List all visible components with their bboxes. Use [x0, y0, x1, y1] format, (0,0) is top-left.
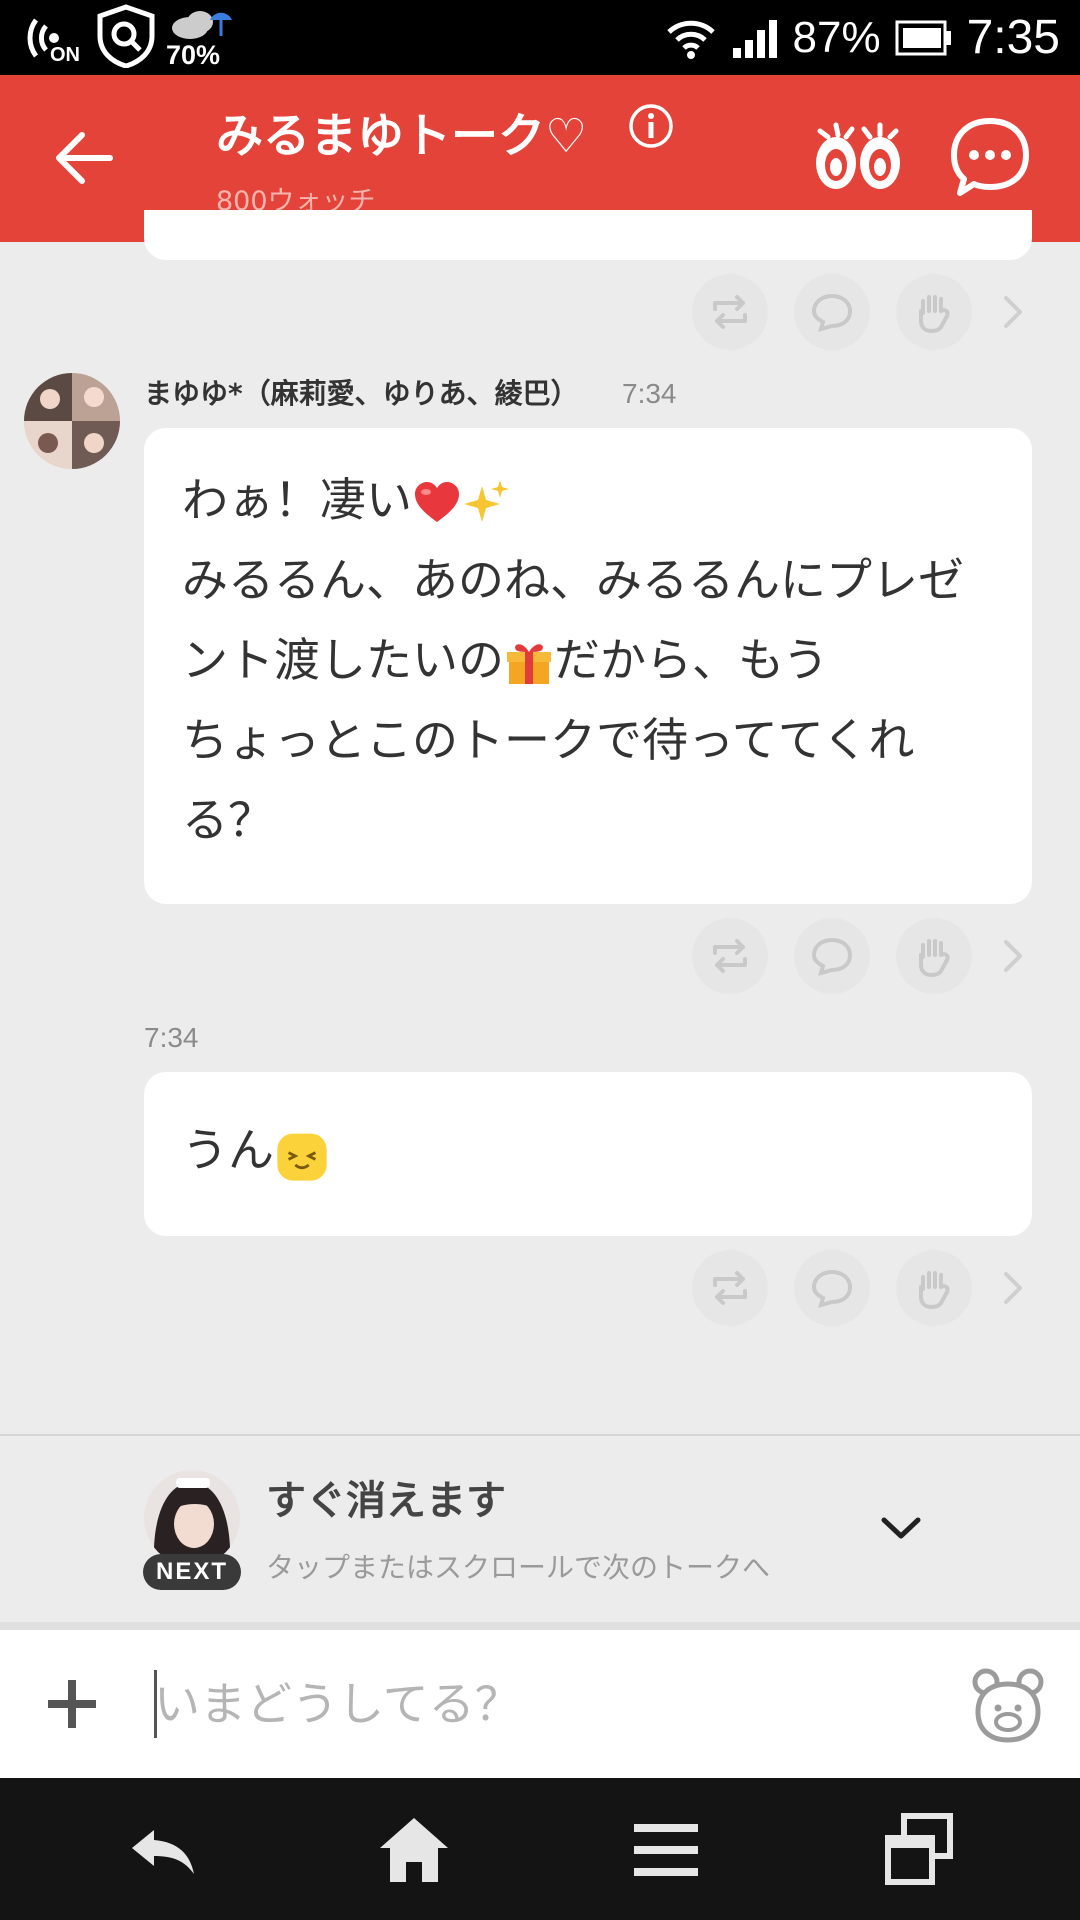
- repost-button[interactable]: [692, 1250, 768, 1326]
- repost-icon: [713, 1271, 747, 1305]
- chat-menu-icon[interactable]: [948, 115, 1032, 199]
- plus-icon[interactable]: [46, 1678, 98, 1730]
- battery-percent: 87%: [792, 12, 881, 62]
- sender-avatar[interactable]: [24, 373, 120, 469]
- next-talk-title[interactable]: すぐ消えます: [266, 1468, 506, 1526]
- repost-icon: [713, 295, 747, 329]
- clap-button[interactable]: [896, 274, 972, 350]
- wireless-on-icon: ON: [22, 6, 86, 70]
- clock: 7:35: [966, 11, 1060, 64]
- wifi-icon: [666, 20, 715, 59]
- message-bubble[interactable]: わぁ！凄い みるるん、あのね、みるるんにプレゼ ント渡したいの だから、もう ちょ…: [144, 428, 1032, 904]
- message-line-text: だから、もう: [554, 633, 829, 687]
- clap-hand-icon: [919, 939, 950, 978]
- message-line-text: うん: [182, 1123, 274, 1177]
- message-line: る？: [182, 793, 274, 847]
- wireless-on-label: ON: [50, 44, 80, 66]
- watch-eyes-icon[interactable]: [812, 117, 904, 197]
- reaction-row: [692, 1250, 1028, 1326]
- comment-icon: [811, 1269, 853, 1308]
- next-talk-hint: タップまたはスクロールで次のトークへ: [266, 1551, 771, 1584]
- chevron-down-icon[interactable]: [878, 1512, 924, 1544]
- compose-bar: [0, 1630, 1080, 1778]
- signal-icon: [732, 19, 777, 58]
- chevron-right-icon[interactable]: [998, 292, 1028, 332]
- chevron-right-icon[interactable]: [998, 1268, 1028, 1308]
- security-shield-icon: [96, 4, 156, 72]
- next-badge: NEXT: [143, 1554, 241, 1590]
- menu-icon[interactable]: [628, 1812, 704, 1888]
- message-line: ちょっとこのトークで待っててくれ: [182, 713, 915, 767]
- message-text: わぁ！凄い みるるん、あのね、みるるんにプレゼ ント渡したいの だから、もう ちょ…: [182, 460, 1002, 860]
- message-time: 7:34: [622, 378, 677, 409]
- divider: [0, 1622, 1080, 1630]
- weather-rain-icon: 70%: [166, 6, 236, 70]
- status-bar: ON 70% 87% 7:35: [0, 0, 1080, 75]
- status-bar-right: 87% 7:35: [665, 0, 1060, 75]
- gift-emoji-icon: [507, 644, 551, 684]
- repost-button[interactable]: [692, 918, 768, 994]
- sparkles-emoji-icon: [464, 480, 509, 522]
- page-title: みるまゆトーク♡: [216, 109, 588, 164]
- message-line-text: わぁ！凄い: [182, 473, 412, 527]
- repost-icon: [713, 939, 747, 973]
- message-line-text: ント渡したいの: [182, 633, 504, 687]
- back-icon[interactable]: [124, 1812, 200, 1888]
- repost-button[interactable]: [692, 274, 768, 350]
- clap-button[interactable]: [896, 918, 972, 994]
- comment-icon: [811, 937, 853, 976]
- reaction-row: [692, 918, 1028, 994]
- comment-button[interactable]: [794, 1250, 870, 1326]
- back-arrow-icon[interactable]: [50, 123, 120, 193]
- message-line: わぁ！凄い: [182, 460, 1002, 540]
- message-time: 7:34: [144, 1022, 199, 1053]
- comment-icon: [811, 293, 853, 332]
- message-line: みるるん、あのね、みるるんにプレゼ: [182, 553, 964, 607]
- info-icon[interactable]: [628, 103, 674, 149]
- recent-apps-icon[interactable]: [880, 1812, 956, 1888]
- clap-hand-icon: [919, 1271, 950, 1310]
- home-icon[interactable]: [376, 1812, 452, 1888]
- message-input[interactable]: [154, 1666, 934, 1742]
- bear-stamp-icon[interactable]: [970, 1664, 1046, 1744]
- clap-hand-icon: [919, 295, 950, 334]
- sender-name[interactable]: まゆゆ*（麻莉愛、ゆりあ、綾巴）: [144, 372, 579, 412]
- comment-button[interactable]: [794, 918, 870, 994]
- system-nav-bar: [0, 1778, 1080, 1920]
- previous-message-bubble: [144, 210, 1032, 260]
- battery-icon: [895, 20, 951, 55]
- weather-percent: 70%: [166, 40, 221, 70]
- reaction-row: [692, 274, 1028, 350]
- smile-emoji-icon: [277, 1133, 327, 1181]
- heart-emoji-icon: [415, 482, 459, 522]
- chevron-right-icon[interactable]: [998, 936, 1028, 976]
- message-bubble[interactable]: うん: [144, 1072, 1032, 1236]
- next-talk-avatar[interactable]: [144, 1470, 240, 1566]
- comment-button[interactable]: [794, 274, 870, 350]
- message-text: うん: [182, 1110, 330, 1190]
- status-bar-left: ON 70%: [22, 4, 236, 72]
- message-line: ント渡したいの だから、もう: [182, 620, 1002, 700]
- clap-button[interactable]: [896, 1250, 972, 1326]
- text-caret: [154, 1670, 157, 1738]
